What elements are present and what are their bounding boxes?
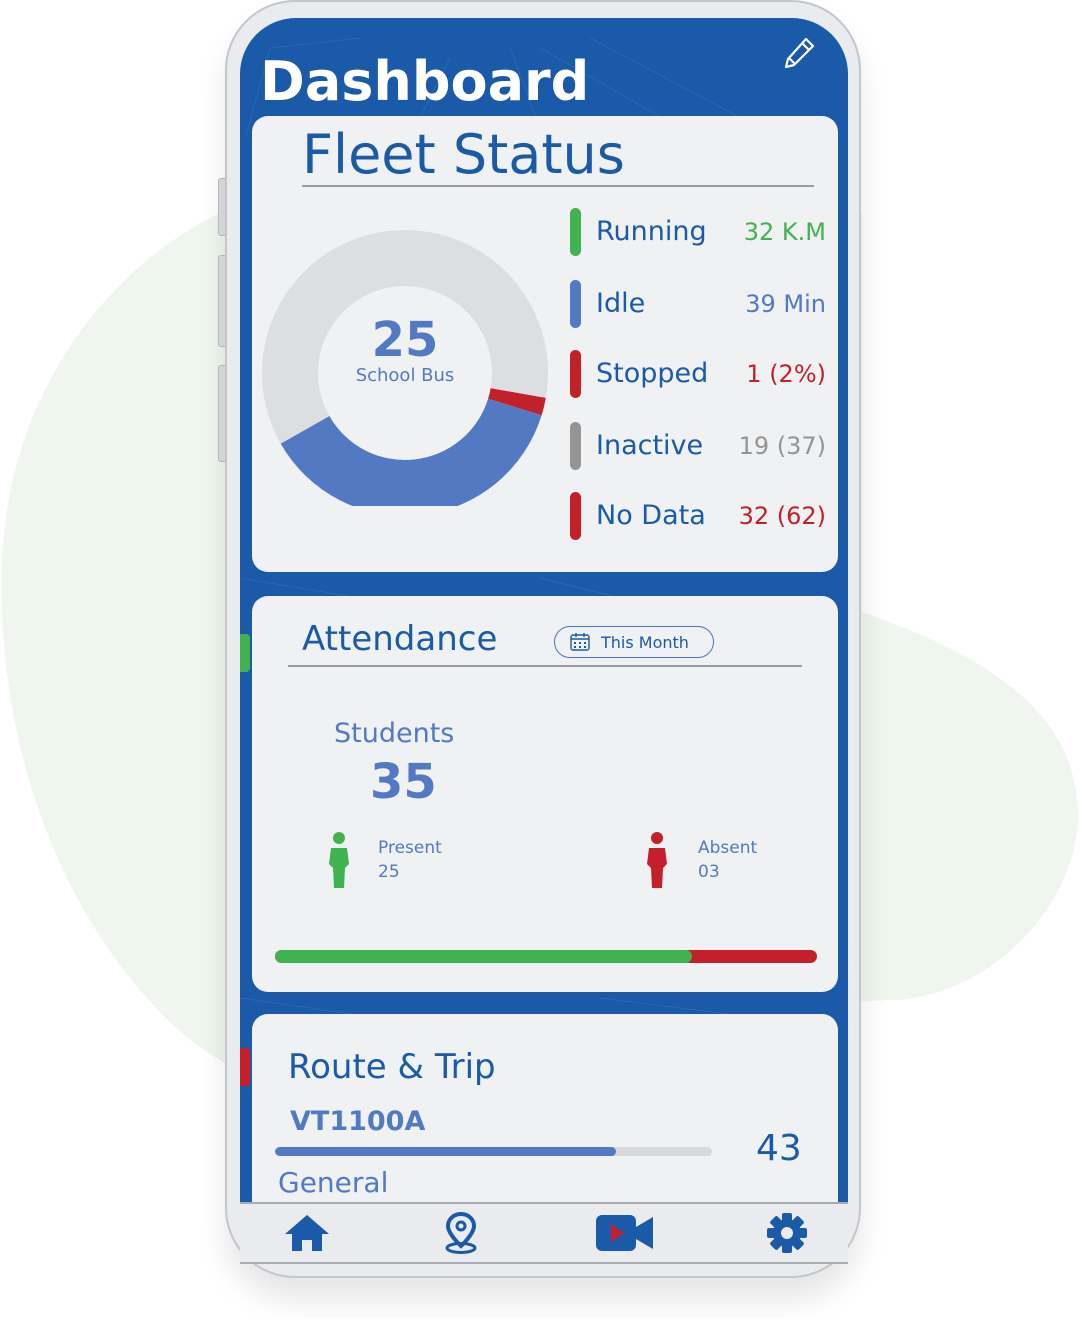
- legend-value: 1 (2%): [746, 360, 826, 388]
- attendance-title: Attendance: [302, 619, 498, 659]
- present-label: Present: [378, 838, 442, 858]
- legend-item-inactive[interactable]: Inactive 19 (37): [570, 422, 826, 470]
- route-progress-fill: [275, 1147, 616, 1156]
- legend-item-idle[interactable]: Idle 39 Min: [570, 280, 826, 328]
- home-icon: [285, 1215, 329, 1251]
- legend-label: Running: [596, 216, 707, 247]
- legend-label: Inactive: [596, 430, 704, 461]
- route-trip-title: Route & Trip: [288, 1047, 496, 1087]
- legend-color-bar: [570, 280, 581, 328]
- calendar-icon: [570, 633, 590, 651]
- absent-label: Absent: [698, 838, 758, 858]
- absent-person-icon: [647, 832, 667, 888]
- nav-location[interactable]: [436, 1210, 486, 1256]
- app-screen: Dashboard Fleet Status 25 School Bus Run…: [240, 18, 848, 1202]
- pencil-icon[interactable]: [782, 34, 818, 70]
- donut-center: 25 School Bus: [332, 314, 478, 386]
- video-camera-icon: [596, 1215, 653, 1251]
- nav-video[interactable]: [594, 1210, 656, 1256]
- page-title: Dashboard: [260, 50, 590, 113]
- legend-item-no-data[interactable]: No Data 32 (62): [570, 492, 826, 540]
- bottom-navigation: [240, 1202, 848, 1264]
- present-value: 25: [378, 862, 400, 882]
- this-month-filter-button[interactable]: This Month: [554, 626, 714, 658]
- route-accent: [240, 1048, 250, 1086]
- students-label: Students: [334, 718, 455, 749]
- attendance-divider: [288, 665, 802, 667]
- route-progress-bar: [275, 1147, 712, 1156]
- fleet-status-card: Fleet Status 25 School Bus Running 32 K.M…: [240, 116, 838, 572]
- fleet-divider: [302, 185, 814, 187]
- legend-label: Stopped: [596, 358, 709, 389]
- nav-settings[interactable]: [762, 1210, 812, 1256]
- legend-item-running[interactable]: Running 32 K.M: [570, 208, 826, 256]
- legend-color-bar: [570, 350, 581, 398]
- legend-value: 19 (37): [738, 432, 826, 460]
- route-value: 43: [756, 1128, 802, 1169]
- legend-value: 39 Min: [745, 290, 826, 318]
- legend-label: Idle: [596, 288, 646, 319]
- attendance-accent: [240, 634, 250, 672]
- attendance-progress-bar: [275, 950, 817, 963]
- legend-color-bar: [570, 492, 581, 540]
- legend-color-bar: [570, 208, 581, 256]
- legend-value: 32 K.M: [743, 218, 826, 246]
- legend-item-stopped[interactable]: Stopped 1 (2%): [570, 350, 826, 398]
- route-id: VT1100A: [290, 1106, 426, 1137]
- students-count: 35: [370, 754, 437, 810]
- legend-label: No Data: [596, 500, 706, 531]
- legend-value: 32 (62): [738, 502, 826, 530]
- legend-color-bar: [570, 422, 581, 470]
- route-trip-card: Route & Trip VT1100A 43 General: [240, 1014, 838, 1202]
- fleet-accent: [240, 136, 250, 174]
- attendance-card: Attendance This Month Students 35 Presen…: [240, 596, 838, 992]
- fleet-status-title: Fleet Status: [302, 123, 625, 186]
- gear-icon: [767, 1213, 807, 1253]
- fleet-total: 25: [371, 312, 439, 368]
- route-next-label: General: [278, 1166, 389, 1199]
- nav-home[interactable]: [282, 1210, 332, 1256]
- location-pin-icon: [445, 1212, 477, 1254]
- this-month-label: This Month: [601, 632, 689, 652]
- fleet-total-label: School Bus: [355, 365, 455, 386]
- attendance-present-fill: [275, 950, 693, 963]
- present-person-icon: [329, 832, 349, 888]
- absent-value: 03: [698, 862, 720, 882]
